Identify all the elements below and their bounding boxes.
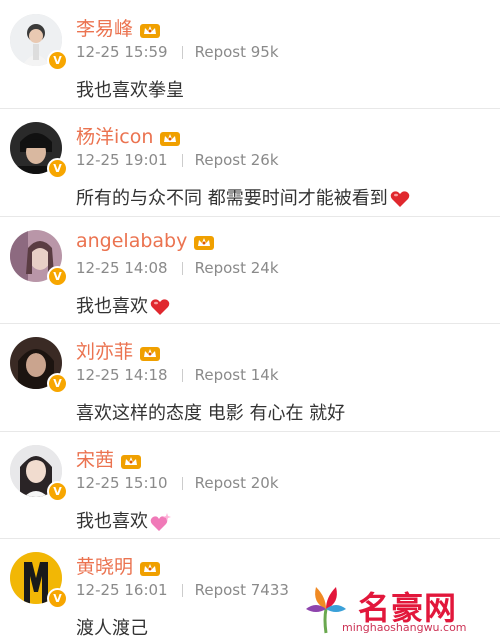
username[interactable]: 杨洋icon xyxy=(76,122,181,149)
post-meta: 12-25 14:18 Repost 14k xyxy=(76,366,279,384)
post-text: 我也喜欢 xyxy=(76,507,172,533)
verified-badge: V xyxy=(47,50,68,71)
vip-crown-icon xyxy=(140,346,161,361)
verified-badge: V xyxy=(47,373,68,394)
post-text-content: 我也喜欢 xyxy=(76,511,148,532)
post-date: 12-25 14:08 xyxy=(76,259,168,277)
repost-count[interactable]: Repost 95k xyxy=(195,43,279,61)
vip-crown-icon xyxy=(160,131,181,146)
post-text-content: 我也喜欢拳皇 xyxy=(76,80,184,101)
username-text[interactable]: 刘亦菲 xyxy=(76,341,133,363)
repost-count[interactable]: Repost 24k xyxy=(195,259,279,277)
post-text: 所有的与众不同 都需要时间才能被看到 xyxy=(76,184,410,210)
watermark-url: minghaoshangwu.com xyxy=(342,621,467,634)
username-text[interactable]: 黄晓明 xyxy=(76,556,133,578)
red-heart-icon xyxy=(150,299,170,315)
post-item: V angelababy 12-25 14:08 Repost 24k 我也喜欢 xyxy=(0,216,500,324)
username-text[interactable]: 宋茜 xyxy=(76,449,114,471)
post-text-content: 所有的与众不同 都需要时间才能被看到 xyxy=(76,188,388,209)
post-text-content: 喜欢这样的态度 电影 有心在 就好 xyxy=(76,403,346,424)
username[interactable]: 李易峰 xyxy=(76,14,161,41)
vip-crown-icon xyxy=(121,454,142,469)
post-date: 12-25 16:01 xyxy=(76,581,168,599)
verified-badge: V xyxy=(47,588,68,609)
post-date: 12-25 15:10 xyxy=(76,474,168,492)
red-heart-icon xyxy=(390,191,410,207)
post-item: V 李易峰 12-25 15:59 Repost 95k 我也喜欢拳皇 xyxy=(0,0,500,109)
vip-crown-icon xyxy=(140,23,161,38)
repost-count[interactable]: Repost 7433 xyxy=(195,581,289,599)
post-text-content: 我也喜欢 xyxy=(76,296,148,317)
post-item: V 宋茜 12-25 15:10 Repost 20k 我也喜欢 xyxy=(0,431,500,539)
pink-sparkle-heart-icon xyxy=(150,513,171,531)
username[interactable]: angelababy xyxy=(76,230,215,252)
repost-count[interactable]: Repost 26k xyxy=(195,151,279,169)
verified-badge: V xyxy=(47,266,68,287)
post-meta: 12-25 15:10 Repost 20k xyxy=(76,474,279,492)
vip-crown-icon xyxy=(140,561,161,576)
post-meta: 12-25 19:01 Repost 26k xyxy=(76,151,279,169)
post-text: 渡人渡己 xyxy=(76,614,148,640)
post-meta: 12-25 14:08 Repost 24k xyxy=(76,259,279,277)
post-date: 12-25 14:18 xyxy=(76,366,168,384)
username[interactable]: 宋茜 xyxy=(76,445,142,472)
post-text: 我也喜欢拳皇 xyxy=(76,76,184,102)
post-date: 12-25 15:59 xyxy=(76,43,168,61)
repost-count[interactable]: Repost 14k xyxy=(195,366,279,384)
post-meta: 12-25 15:59 Repost 95k xyxy=(76,43,279,61)
post-text: 喜欢这样的态度 电影 有心在 就好 xyxy=(76,399,345,425)
verified-badge: V xyxy=(47,158,68,179)
post-meta: 12-25 16:01 Repost 7433 xyxy=(76,581,289,599)
post-item: V 杨洋icon 12-25 19:01 Repost 26k 所有的与众不同 都… xyxy=(0,108,500,217)
post-text: 我也喜欢 xyxy=(76,292,170,318)
repost-count[interactable]: Repost 20k xyxy=(195,474,279,492)
vip-crown-icon xyxy=(194,235,215,250)
username-text[interactable]: angelababy xyxy=(76,230,187,252)
post-date: 12-25 19:01 xyxy=(76,151,168,169)
site-watermark: 名豪网 minghaoshangwu.com xyxy=(296,579,496,639)
username-text[interactable]: 李易峰 xyxy=(76,18,133,40)
username[interactable]: 黄晓明 xyxy=(76,552,161,579)
username-text[interactable]: 杨洋icon xyxy=(76,126,153,148)
verified-badge: V xyxy=(47,481,68,502)
username[interactable]: 刘亦菲 xyxy=(76,337,161,364)
post-item: V 刘亦菲 12-25 14:18 Repost 14k 喜欢这样的态度 电影 有… xyxy=(0,323,500,432)
post-text-content: 渡人渡己 xyxy=(76,618,148,639)
